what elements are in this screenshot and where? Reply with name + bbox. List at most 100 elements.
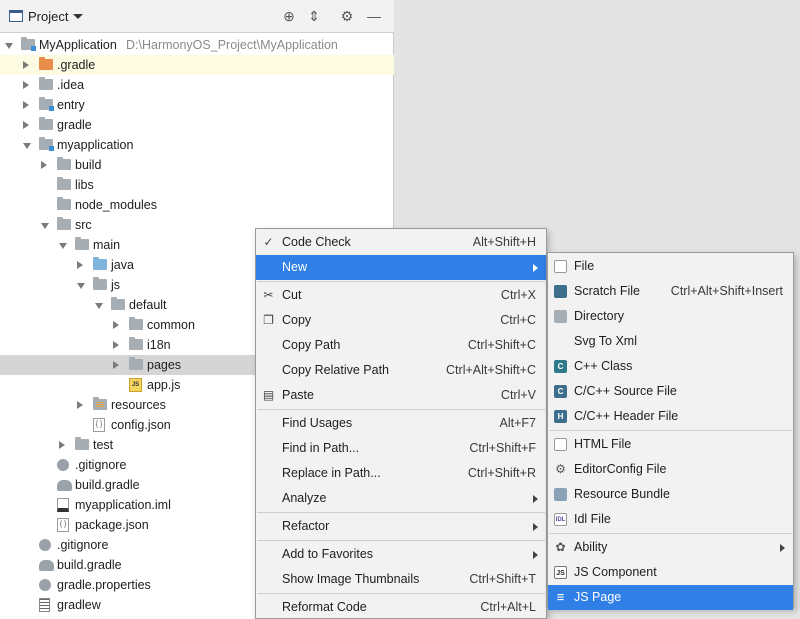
editorconfig-gear-icon: ⚙ — [555, 462, 566, 476]
expand-arrow-down-icon[interactable] — [95, 303, 103, 309]
menu-item-label: Paste — [282, 388, 314, 402]
html-file-icon — [554, 438, 567, 451]
locate-icon[interactable]: ⊕ — [280, 7, 298, 25]
submenu-item-c-c-header-file[interactable]: H C/C++ Header File — [548, 404, 793, 429]
menu-item-label: Directory — [574, 309, 625, 323]
submenu-arrow-icon — [533, 523, 538, 531]
folder-icon — [129, 357, 143, 370]
tree-node[interactable]: MyApplication D:\HarmonyOS_Project\MyAppl… — [0, 35, 394, 55]
expand-arrow-right-icon[interactable] — [59, 441, 65, 449]
expand-arrow-down-icon[interactable] — [59, 243, 67, 249]
settings-gear-icon[interactable]: ⚙ — [338, 7, 356, 25]
submenu-item-idl-file[interactable]: IDL Idl File — [548, 507, 793, 532]
menu-item-reformat-code[interactable]: Reformat Code Ctrl+Alt+L — [256, 595, 546, 619]
project-view-title[interactable]: Project — [28, 9, 68, 24]
menu-item-copy[interactable]: ❐ Copy Ctrl+C — [256, 308, 546, 333]
menu-item-copy-relative-path[interactable]: Copy Relative Path Ctrl+Alt+Shift+C — [256, 358, 546, 383]
expand-arrow-right-icon[interactable] — [23, 101, 29, 109]
tree-node[interactable]: libs — [0, 175, 394, 195]
menu-item-label: HTML File — [574, 437, 632, 451]
js-page-icon: ☰ — [556, 593, 565, 602]
menu-item-shortcut: Ctrl+Shift+F — [469, 441, 536, 455]
menu-item-shortcut: Ctrl+V — [500, 388, 536, 402]
menu-item-code-check[interactable]: ✓ Code Check Alt+Shift+H — [256, 230, 546, 255]
menu-item-label: Copy — [282, 313, 312, 327]
expand-arrow-right-icon[interactable] — [77, 401, 83, 409]
menu-item-label: Add to Favorites — [282, 547, 374, 561]
menu-item-label: Copy Relative Path — [282, 363, 390, 377]
menu-item-paste[interactable]: ▤ Paste Ctrl+V — [256, 383, 546, 408]
submenu-item-c-class[interactable]: C C++ Class — [548, 354, 793, 379]
tree-node-label: gradle.properties — [57, 578, 151, 592]
tree-node-label: myapplication — [57, 138, 134, 152]
collapse-icon[interactable]: ⇕ — [305, 7, 323, 25]
tree-node[interactable]: gradle — [0, 115, 394, 135]
submenu-item-directory[interactable]: Directory — [548, 304, 793, 329]
resource-bundle-icon — [554, 488, 567, 501]
file-gear-icon — [39, 539, 51, 551]
submenu-item-scratch-file[interactable]: Scratch File Ctrl+Alt+Shift+Insert — [548, 279, 793, 304]
tree-node[interactable]: myapplication — [0, 135, 394, 155]
minimize-icon[interactable]: — — [365, 7, 383, 25]
submenu-item-ability[interactable]: ✿ Ability — [548, 535, 793, 560]
menu-item-show-image-thumbnails[interactable]: Show Image Thumbnails Ctrl+Shift+T — [256, 567, 546, 592]
submenu-item-js-component[interactable]: JS JS Component — [548, 560, 793, 585]
menu-item-new[interactable]: New — [256, 255, 546, 280]
expand-arrow-right-icon[interactable] — [23, 61, 29, 69]
context-menu: ✓ Code Check Alt+Shift+H New ✂ Cut Ctrl+X ❐ Copy… — [255, 228, 547, 619]
menu-item-find-usages[interactable]: Find Usages Alt+F7 — [256, 411, 546, 436]
tree-node-label: MyApplication — [39, 38, 117, 52]
tree-node-label: myapplication.iml — [75, 498, 171, 512]
submenu-item-resource-bundle[interactable]: Resource Bundle — [548, 482, 793, 507]
expand-arrow-right-icon[interactable] — [113, 321, 119, 329]
tree-node[interactable]: build — [0, 155, 394, 175]
expand-arrow-right-icon[interactable] — [23, 81, 29, 89]
menu-item-refactor[interactable]: Refactor — [256, 514, 546, 539]
folder-module-icon — [21, 37, 36, 51]
submenu-item-c-c-source-file[interactable]: C C/C++ Source File — [548, 379, 793, 404]
menu-item-add-to-favorites[interactable]: Add to Favorites — [256, 542, 546, 567]
tree-node[interactable]: entry — [0, 95, 394, 115]
menu-item-label: Copy Path — [282, 338, 341, 352]
expand-arrow-right-icon[interactable] — [41, 161, 47, 169]
menu-separator — [549, 533, 792, 534]
tree-node-label: .gradle — [57, 58, 96, 72]
expand-arrow-down-icon[interactable] — [23, 143, 31, 149]
idl-file-icon: IDL — [554, 513, 567, 526]
tree-node-label: gradle — [57, 118, 92, 132]
menu-item-shortcut: Ctrl+C — [500, 313, 536, 327]
menu-separator — [257, 540, 545, 541]
file-json-icon: { } — [93, 418, 105, 432]
cpp-source-icon: C — [554, 385, 567, 398]
expand-arrow-down-icon[interactable] — [5, 43, 13, 49]
expand-arrow-right-icon[interactable] — [113, 361, 119, 369]
tree-node-label: config.json — [111, 418, 171, 432]
submenu-item-svg-to-xml[interactable]: Svg To Xml — [548, 329, 793, 354]
tree-node-label: node_modules — [75, 198, 158, 212]
menu-item-find-in-path[interactable]: Find in Path... Ctrl+Shift+F — [256, 436, 546, 461]
submenu-item-editorconfig-file[interactable]: ⚙ EditorConfig File — [548, 457, 793, 482]
menu-item-replace-in-path[interactable]: Replace in Path... Ctrl+Shift+R — [256, 461, 546, 486]
menu-item-analyze[interactable]: Analyze — [256, 486, 546, 511]
menu-item-shortcut: Ctrl+Alt+Shift+C — [446, 363, 536, 377]
expand-arrow-right-icon[interactable] — [77, 261, 83, 269]
menu-item-copy-path[interactable]: Copy Path Ctrl+Shift+C — [256, 333, 546, 358]
submenu-item-file[interactable]: File — [548, 254, 793, 279]
expand-arrow-right-icon[interactable] — [113, 341, 119, 349]
tree-node[interactable]: .idea — [0, 75, 394, 95]
tree-node[interactable]: node_modules — [0, 195, 394, 215]
folder-icon — [39, 77, 53, 90]
chevron-down-icon[interactable] — [73, 14, 83, 19]
menu-item-label: Find in Path... — [282, 441, 360, 455]
tree-node[interactable]: .gradle — [0, 55, 394, 75]
submenu-item-html-file[interactable]: HTML File — [548, 432, 793, 457]
tree-node-label: main — [93, 238, 121, 252]
menu-item-cut[interactable]: ✂ Cut Ctrl+X — [256, 283, 546, 308]
menu-item-shortcut: Ctrl+Alt+Shift+Insert — [670, 284, 783, 298]
submenu-item-js-page[interactable]: ☰ JS Page — [548, 585, 793, 610]
folder-icon — [129, 317, 143, 330]
expand-arrow-down-icon[interactable] — [41, 223, 49, 229]
folder-icon — [57, 157, 71, 170]
expand-arrow-right-icon[interactable] — [23, 121, 29, 129]
expand-arrow-down-icon[interactable] — [77, 283, 85, 289]
